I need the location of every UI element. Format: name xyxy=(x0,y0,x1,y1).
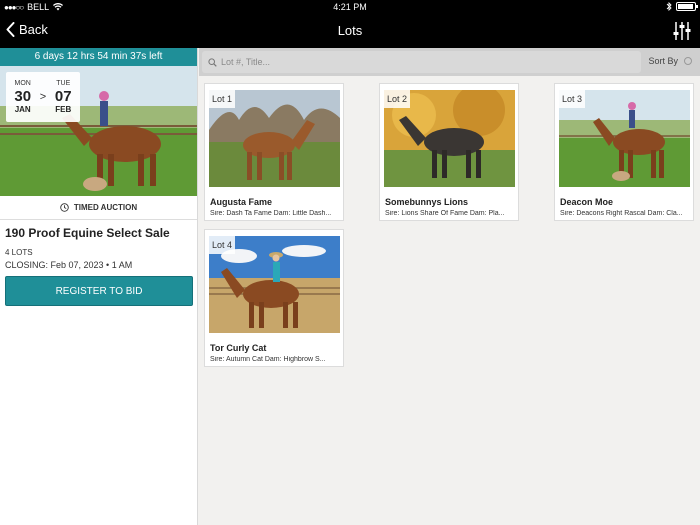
sort-by-control[interactable]: Sort By xyxy=(648,56,692,66)
magnifier-icon xyxy=(208,57,217,67)
end-month: FEB xyxy=(55,105,72,114)
sale-title: 190 Proof Equine Select Sale xyxy=(5,226,170,240)
status-bar: ●●●○○ BELL 4:21 PM xyxy=(0,0,700,14)
lots-count: 4 LOTS xyxy=(5,248,33,257)
lot-card[interactable]: Lot 4 Tor Curly Cat Sire: Autumn Cat Dam… xyxy=(204,229,344,367)
lot-name: Deacon Moe xyxy=(560,197,614,207)
sliders-icon[interactable] xyxy=(672,20,692,42)
lot-number-badge: Lot 3 xyxy=(559,90,586,108)
date-separator: > xyxy=(39,91,47,103)
lot-number-badge: Lot 1 xyxy=(209,90,236,108)
auction-type-label: TIMED AUCTION xyxy=(73,203,138,212)
lot-pedigree: Sire: Dash Ta Fame Dam: Little Dash... xyxy=(210,210,332,217)
closing-date: CLOSING: Feb 07, 2023 • 1 AM xyxy=(5,260,133,270)
lot-pedigree: Sire: Deacons Right Rascal Dam: Cla... xyxy=(560,210,683,217)
sale-info: 190 Proof Equine Select Sale 4 LOTS CLOS… xyxy=(0,220,197,276)
sort-by-label: Sort By xyxy=(648,56,678,66)
lot-name: Augusta Fame xyxy=(210,197,273,207)
start-date: MON 30 JAN xyxy=(14,80,31,114)
battery-icon xyxy=(676,2,698,11)
lot-card[interactable]: Lot 2 Somebunnys Lions Sire: Lions Share… xyxy=(379,83,519,221)
end-dow: TUE xyxy=(56,80,71,87)
lot-card[interactable]: Lot 1 Augusta Fame Sire: Dash Ta Fame Da… xyxy=(204,83,344,221)
lot-pedigree: Sire: Lions Share Of Fame Dam: Pla... xyxy=(385,210,505,217)
back-label: Back xyxy=(19,22,48,37)
register-to-bid-button[interactable]: REGISTER TO BID xyxy=(5,276,193,306)
lot-image: Lot 4 xyxy=(209,236,340,333)
sort-toggle-icon xyxy=(684,57,692,65)
nav-bar: Back Lots xyxy=(0,14,700,48)
lot-image: Lot 1 xyxy=(209,90,340,187)
search-input[interactable] xyxy=(221,57,621,67)
clock-icon xyxy=(60,203,69,212)
lot-card[interactable]: Lot 3 Deacon Moe Sire: Deacons Right Ras… xyxy=(554,83,694,221)
end-date: TUE 07 FEB xyxy=(55,80,72,114)
page-title: Lots xyxy=(337,23,363,38)
bluetooth-icon xyxy=(666,2,672,11)
auction-hero-image: MON 30 JAN > TUE 07 FEB xyxy=(0,66,197,196)
back-button[interactable]: Back xyxy=(6,22,48,37)
lot-name: Tor Curly Cat xyxy=(210,343,267,353)
search-field[interactable] xyxy=(202,51,641,73)
search-bar: Sort By xyxy=(199,48,700,76)
start-dow: MON xyxy=(14,80,31,87)
auction-date-range: MON 30 JAN > TUE 07 FEB xyxy=(6,72,80,122)
status-time: 4:21 PM xyxy=(333,2,367,12)
auction-detail-panel: 6 days 12 hrs 54 min 37s left MON 30 JAN xyxy=(0,48,198,525)
status-right xyxy=(666,2,698,11)
lot-number-badge: Lot 2 xyxy=(384,90,411,108)
lot-pedigree: Sire: Autumn Cat Dam: Highbrow S... xyxy=(210,356,326,363)
auction-type-row: TIMED AUCTION xyxy=(0,196,197,220)
start-day: 30 xyxy=(14,88,32,105)
lot-name: Somebunnys Lions xyxy=(385,197,469,207)
end-day: 07 xyxy=(54,88,72,105)
start-month: JAN xyxy=(14,105,31,114)
lot-image: Lot 3 xyxy=(559,90,690,187)
lot-image: Lot 2 xyxy=(384,90,515,187)
chevron-left-icon xyxy=(6,22,15,37)
countdown-timer: 6 days 12 hrs 54 min 37s left xyxy=(0,48,197,66)
lot-number-badge: Lot 4 xyxy=(209,236,236,254)
